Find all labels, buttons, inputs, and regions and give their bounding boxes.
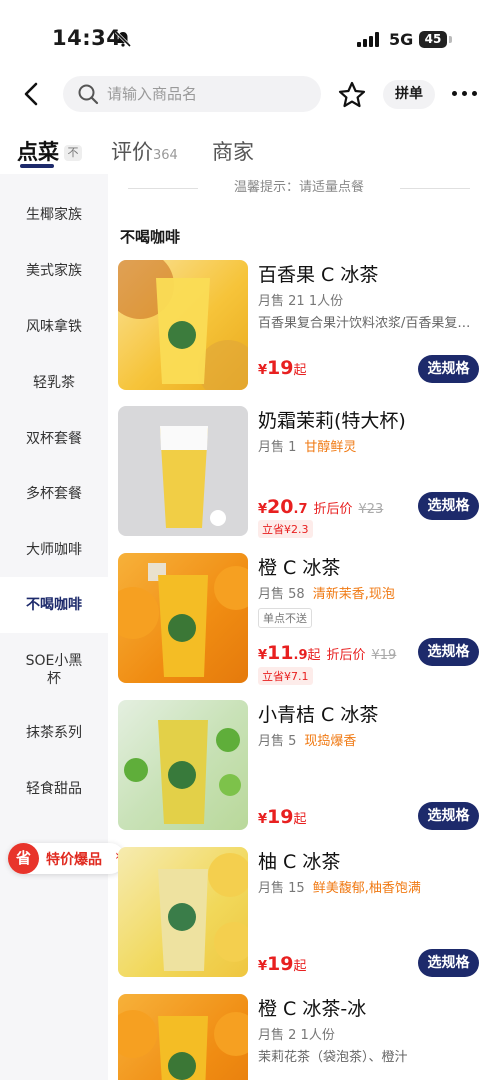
product-description: 茉莉花茶（袋泡茶）、橙汁	[258, 1050, 408, 1065]
serving-size: 1人份	[300, 1028, 335, 1043]
pin-top-icon: 不	[64, 145, 82, 161]
product-highlight: 鲜美馥郁,柚香饱满	[312, 881, 421, 896]
product-meta: 月售 1 甘醇鲜灵	[258, 436, 356, 455]
product-highlight: 清新茉香,现泡	[312, 587, 395, 602]
product-name: 百香果 C 冰茶	[258, 264, 379, 286]
product-highlight: 现捣爆香	[304, 734, 357, 749]
select-spec-button[interactable]: 选规格	[418, 802, 479, 830]
monthly-sales: 月售 58	[258, 587, 305, 602]
tab-active-indicator	[20, 164, 54, 168]
search-input[interactable]	[107, 76, 307, 112]
favorite-star-icon[interactable]	[337, 80, 367, 110]
product-card[interactable]: 柚 C 冰茶 月售 15 鲜美馥郁,柚香饱满 ¥19起 选规格	[118, 847, 486, 979]
original-price: ¥19	[371, 648, 397, 663]
discount-label: 折后价	[326, 648, 366, 663]
sidebar-item[interactable]: 大师咖啡	[0, 541, 108, 559]
monthly-sales: 月售 21	[258, 294, 305, 309]
battery-tip	[449, 36, 452, 43]
product-card[interactable]: 百香果 C 冰茶 月售 21 1人份 百香果复合果汁饮料浓浆/百香果复合果汁 ¥…	[118, 260, 486, 392]
product-price: ¥19起	[258, 806, 307, 828]
monthly-sales: 月售 5	[258, 734, 297, 749]
sidebar-item-active[interactable]: 不喝咖啡	[0, 577, 108, 633]
monthly-sales: 月售 2	[258, 1028, 297, 1043]
battery-icon: 45	[419, 31, 447, 48]
sidebar-item[interactable]: 多杯套餐	[0, 485, 108, 503]
product-card[interactable]: 奶霜茉莉(特大杯) 月售 1 甘醇鲜灵 ¥20.7 折后价 ¥23 立省¥2.3 选规…	[118, 406, 486, 538]
more-options-icon[interactable]	[452, 88, 478, 100]
product-meta: 月售 2 1人份	[258, 1024, 335, 1043]
product-card[interactable]: 橙 C 冰茶 月售 58 清新茉香,现泡 单点不送 ¥11.9起 折后价 ¥19 立省…	[118, 553, 486, 685]
monthly-sales: 月售 1	[258, 440, 297, 455]
product-name: 小青桔 C 冰茶	[258, 704, 379, 726]
special-deals-button[interactable]: 省 特价爆品 ›	[8, 843, 125, 874]
network-label: 5G	[389, 30, 414, 49]
product-image	[118, 406, 248, 536]
category-title: 不喝咖啡	[120, 228, 181, 246]
product-image	[118, 700, 248, 830]
divider-left	[128, 188, 198, 189]
sidebar-item[interactable]: 生椰家族	[0, 206, 108, 224]
product-price: ¥20.7 折后价 ¥23	[258, 496, 384, 518]
sidebar-item[interactable]: 轻食甜品	[0, 780, 108, 798]
tab-menu-label: 点菜	[17, 140, 59, 164]
product-image	[118, 260, 248, 390]
back-arrow-icon[interactable]	[18, 80, 46, 108]
product-meta: 月售 21 1人份	[258, 290, 343, 309]
product-meta: 月售 15 鲜美馥郁,柚香饱满	[258, 877, 421, 896]
product-name: 橙 C 冰茶-冰	[258, 998, 367, 1020]
select-spec-button[interactable]: 选规格	[418, 949, 479, 977]
status-time: 14:34	[52, 26, 122, 50]
select-spec-button[interactable]: 选规格	[418, 492, 479, 520]
tab-menu[interactable]: 点菜不	[17, 136, 82, 166]
sidebar-item[interactable]: 风味拿铁	[0, 318, 108, 336]
reminder-text: 温馨提示：请适量点餐	[233, 180, 364, 195]
product-image	[118, 553, 248, 683]
tab-shop[interactable]: 商家	[212, 136, 254, 166]
sidebar-item[interactable]: 美式家族	[0, 262, 108, 280]
product-name: 奶霜茉莉(特大杯)	[258, 410, 406, 432]
savings-badge-icon: 省	[8, 843, 39, 874]
tab-reviews[interactable]: 评价364	[111, 136, 178, 166]
sidebar-item[interactable]: 抹茶系列	[0, 724, 108, 742]
serving-size: 1人份	[308, 294, 344, 309]
sidebar-item[interactable]: 双杯套餐	[0, 430, 108, 448]
original-price: ¥23	[358, 502, 384, 517]
review-count: 364	[153, 148, 178, 163]
status-bar: 14:34 5G 45	[0, 0, 497, 66]
product-card[interactable]: 小青桔 C 冰茶 月售 5 现捣爆香 ¥19起 选规格	[118, 700, 486, 832]
savings-tag: 立省¥7.1	[258, 667, 313, 685]
search-bar[interactable]	[63, 76, 321, 112]
tab-reviews-label: 评价	[111, 140, 153, 164]
product-name: 橙 C 冰茶	[258, 557, 341, 579]
product-image	[118, 994, 248, 1080]
monthly-sales: 月售 15	[258, 881, 305, 896]
product-price: ¥19起	[258, 953, 307, 975]
special-deals-label: 特价爆品	[46, 852, 102, 868]
sidebar-item[interactable]: 轻乳茶	[0, 374, 108, 392]
select-spec-button[interactable]: 选规格	[418, 638, 479, 666]
search-icon	[78, 84, 99, 105]
category-sidebar: 生椰家族 美式家族 风味拿铁 轻乳茶 双杯套餐 多杯套餐 大师咖啡 不喝咖啡 S…	[0, 174, 108, 1080]
product-highlight: 甘醇鲜灵	[304, 440, 357, 455]
select-spec-button[interactable]: 选规格	[418, 355, 479, 383]
reminder-tip: 温馨提示：请适量点餐	[118, 178, 480, 198]
bell-muted-icon	[114, 30, 132, 48]
product-price: ¥19起	[258, 357, 307, 379]
product-image	[118, 847, 248, 977]
no-delivery-alone-tag: 单点不送	[258, 608, 312, 628]
product-meta: 月售 5 现捣爆香	[258, 730, 356, 749]
discount-label: 折后价	[313, 502, 353, 517]
product-description: 百香果复合果汁饮料浓浆/百香果复合果汁	[258, 316, 483, 331]
sidebar-item[interactable]: SOE小黑杯	[0, 652, 108, 688]
product-card[interactable]: 橙 C 冰茶-冰 月售 2 1人份 茉莉花茶（袋泡茶）、橙汁	[118, 994, 486, 1080]
product-price: ¥11.9起 折后价 ¥19	[258, 642, 397, 664]
product-meta: 月售 58 清新茉香,现泡	[258, 583, 395, 602]
savings-tag: 立省¥2.3	[258, 520, 313, 538]
signal-icon	[357, 32, 381, 47]
product-name: 柚 C 冰茶	[258, 851, 341, 873]
divider-right	[400, 188, 470, 189]
group-order-button[interactable]: 拼单	[383, 80, 435, 109]
